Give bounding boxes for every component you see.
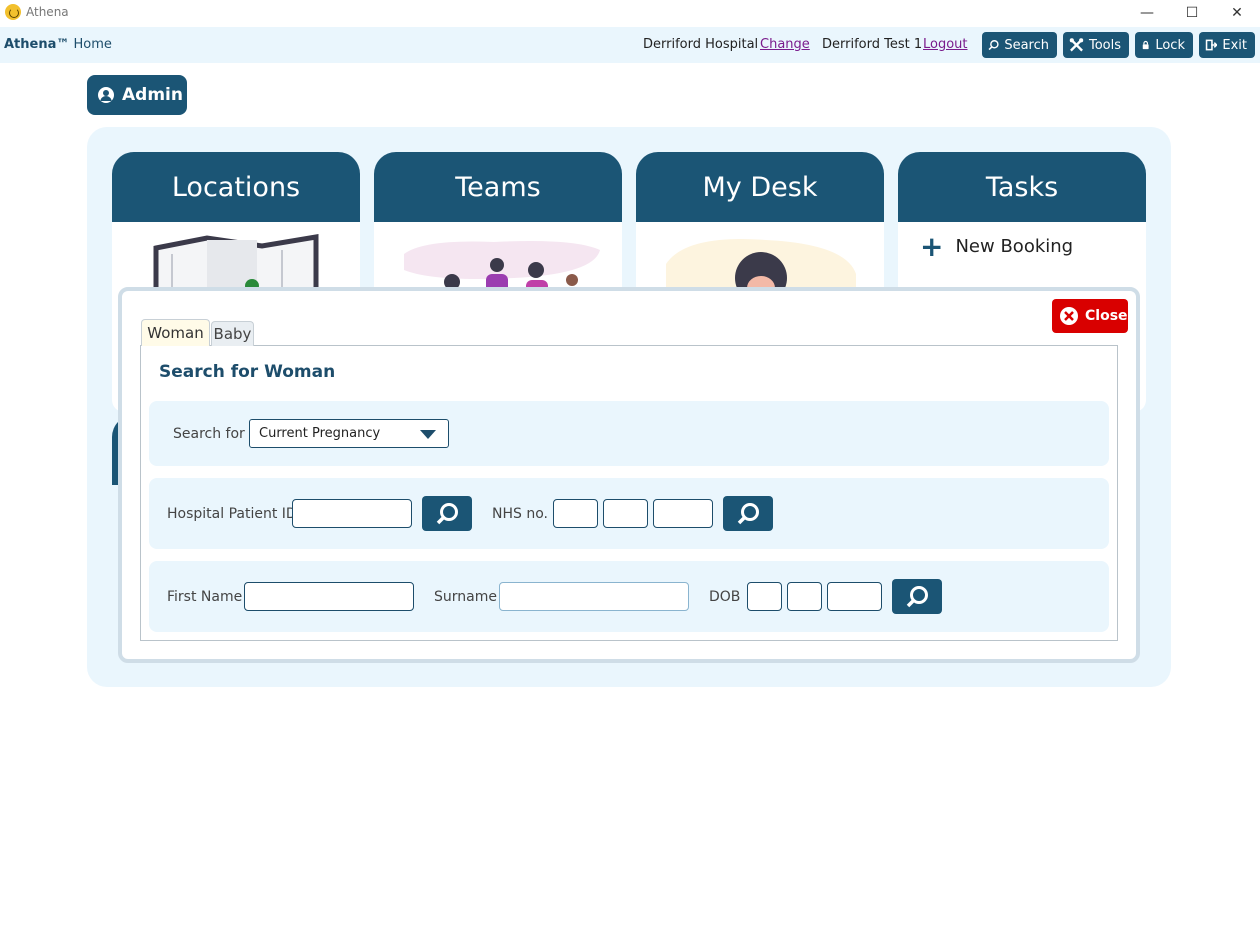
search-icon [906, 585, 928, 607]
search-for-label: Search for [173, 426, 245, 442]
dob-month-input[interactable] [787, 582, 822, 611]
my-desk-illustration-icon [666, 239, 856, 294]
athena-logo-icon [5, 4, 21, 20]
hospital-name: Derriford Hospital [643, 37, 759, 52]
search-for-select[interactable]: Current Pregnancy [249, 419, 449, 448]
search-icon [737, 502, 759, 524]
lock-button-label: Lock [1155, 37, 1185, 53]
new-booking-label: New Booking [955, 236, 1074, 257]
tile-locations-title: Locations [112, 152, 360, 222]
tools-button[interactable]: Tools [1063, 32, 1129, 58]
lock-button[interactable]: Lock [1135, 32, 1193, 58]
nhs-number-part1-input[interactable] [553, 499, 598, 528]
minimize-button[interactable]: — [1124, 2, 1170, 24]
close-button-label: Close [1085, 308, 1128, 324]
close-window-button[interactable]: ✕ [1214, 2, 1260, 24]
exit-icon [1205, 39, 1218, 51]
maximize-button[interactable]: ☐ [1169, 2, 1215, 24]
tile-my-desk-title: My Desk [636, 152, 884, 222]
search-form-heading: Search for Woman [159, 362, 336, 382]
window-title: Athena [26, 5, 69, 19]
user-name: Derriford Test 1 [822, 37, 923, 52]
surname-input[interactable] [499, 582, 689, 611]
teams-illustration-icon [404, 241, 600, 294]
close-circle-icon [1060, 307, 1078, 325]
hospital-id-search-button[interactable] [422, 496, 472, 531]
brand-name: Athena™ [4, 37, 70, 52]
exit-button[interactable]: Exit [1199, 32, 1255, 58]
tab-woman[interactable]: Woman [141, 319, 210, 346]
search-button-label: Search [1004, 37, 1049, 53]
nhs-number-label: NHS no. [492, 506, 548, 522]
name-search-button[interactable] [892, 579, 942, 614]
tile-teams-title: Teams [374, 152, 622, 222]
exit-button-label: Exit [1222, 37, 1247, 53]
admin-button-label: Admin [122, 85, 183, 105]
tab-baby[interactable]: Baby [211, 321, 254, 346]
nhs-number-part3-input[interactable] [653, 499, 713, 528]
admin-button[interactable]: Admin [87, 75, 187, 115]
new-booking-task[interactable]: + New Booking [920, 229, 1074, 263]
first-name-input[interactable] [244, 582, 414, 611]
window-titlebar: Athena — ☐ ✕ [0, 0, 1260, 26]
nhs-number-part2-input[interactable] [603, 499, 648, 528]
lock-icon [1142, 40, 1149, 50]
locations-illustration-icon [153, 234, 319, 294]
first-name-label: First Name [167, 589, 243, 605]
search-for-selected-value: Current Pregnancy [259, 426, 381, 441]
dob-year-input[interactable] [827, 582, 882, 611]
hospital-patient-id-label: Hospital Patient ID [167, 506, 297, 522]
top-navigation-bar: Athena™ Home Derriford Hospital Change D… [0, 27, 1260, 63]
plus-icon: + [920, 229, 944, 263]
admin-gear-user-icon [98, 87, 114, 103]
tools-button-label: Tools [1088, 37, 1121, 53]
tile-tasks-title: Tasks [898, 152, 1146, 222]
tools-icon [1069, 38, 1084, 52]
change-hospital-link[interactable]: Change [760, 37, 810, 52]
nhs-search-button[interactable] [723, 496, 773, 531]
dob-label: DOB [709, 589, 741, 605]
logout-link[interactable]: Logout [923, 37, 968, 52]
dob-day-input[interactable] [747, 582, 782, 611]
hospital-patient-id-input[interactable] [292, 499, 412, 528]
surname-label: Surname [434, 589, 497, 605]
breadcrumb-home[interactable]: Home [74, 37, 112, 52]
close-button[interactable]: Close [1052, 299, 1128, 333]
chevron-down-icon [420, 430, 436, 439]
search-button[interactable]: Search [982, 32, 1057, 58]
search-icon [988, 40, 999, 51]
breadcrumb: Athena™ Home [4, 37, 112, 52]
search-icon [436, 502, 458, 524]
